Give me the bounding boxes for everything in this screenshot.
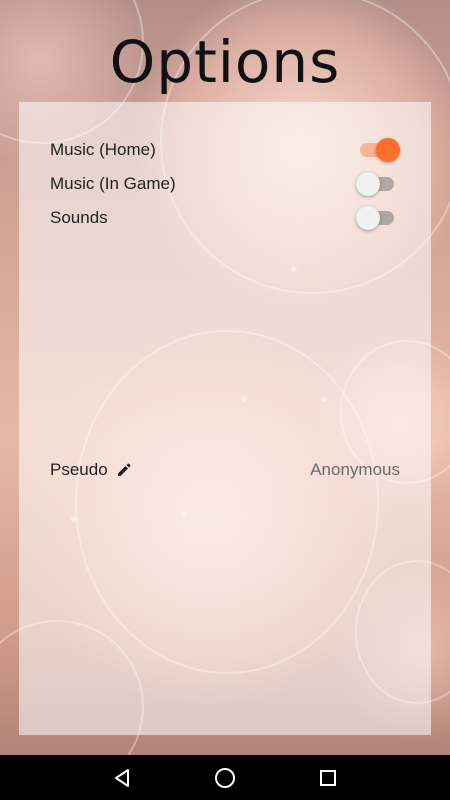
setting-label-music-home: Music (Home) — [50, 140, 156, 159]
setting-row-music-in-game: Music (In Game) — [50, 169, 400, 199]
back-triangle-icon[interactable] — [107, 763, 137, 793]
setting-label-music-in-game: Music (In Game) — [50, 174, 176, 193]
page-title: Options — [109, 28, 341, 96]
pseudo-label: Pseudo — [50, 460, 108, 479]
setting-row-music-home: Music (Home) — [50, 135, 400, 165]
toggle-music-in-game[interactable] — [356, 172, 400, 196]
options-screen: Options Music (Home) Music (In Game) Sou… — [0, 0, 450, 800]
toggle-thumb — [356, 206, 380, 230]
toggle-thumb — [376, 138, 400, 162]
pseudo-row[interactable]: Pseudo Anonymous — [50, 455, 400, 485]
home-circle-icon[interactable] — [210, 763, 240, 793]
toggle-music-home[interactable] — [356, 138, 400, 162]
pseudo-label-group: Pseudo — [50, 460, 132, 480]
recents-square-icon[interactable] — [313, 763, 343, 793]
pseudo-value: Anonymous — [310, 460, 400, 479]
toggle-thumb — [356, 172, 380, 196]
options-panel: Music (Home) Music (In Game) Sounds Pseu… — [19, 102, 431, 735]
pencil-icon[interactable] — [116, 462, 132, 478]
toggle-sounds[interactable] — [356, 206, 400, 230]
setting-label-sounds: Sounds — [50, 208, 108, 227]
setting-row-sounds: Sounds — [50, 203, 400, 233]
system-navigation-bar — [0, 755, 450, 800]
